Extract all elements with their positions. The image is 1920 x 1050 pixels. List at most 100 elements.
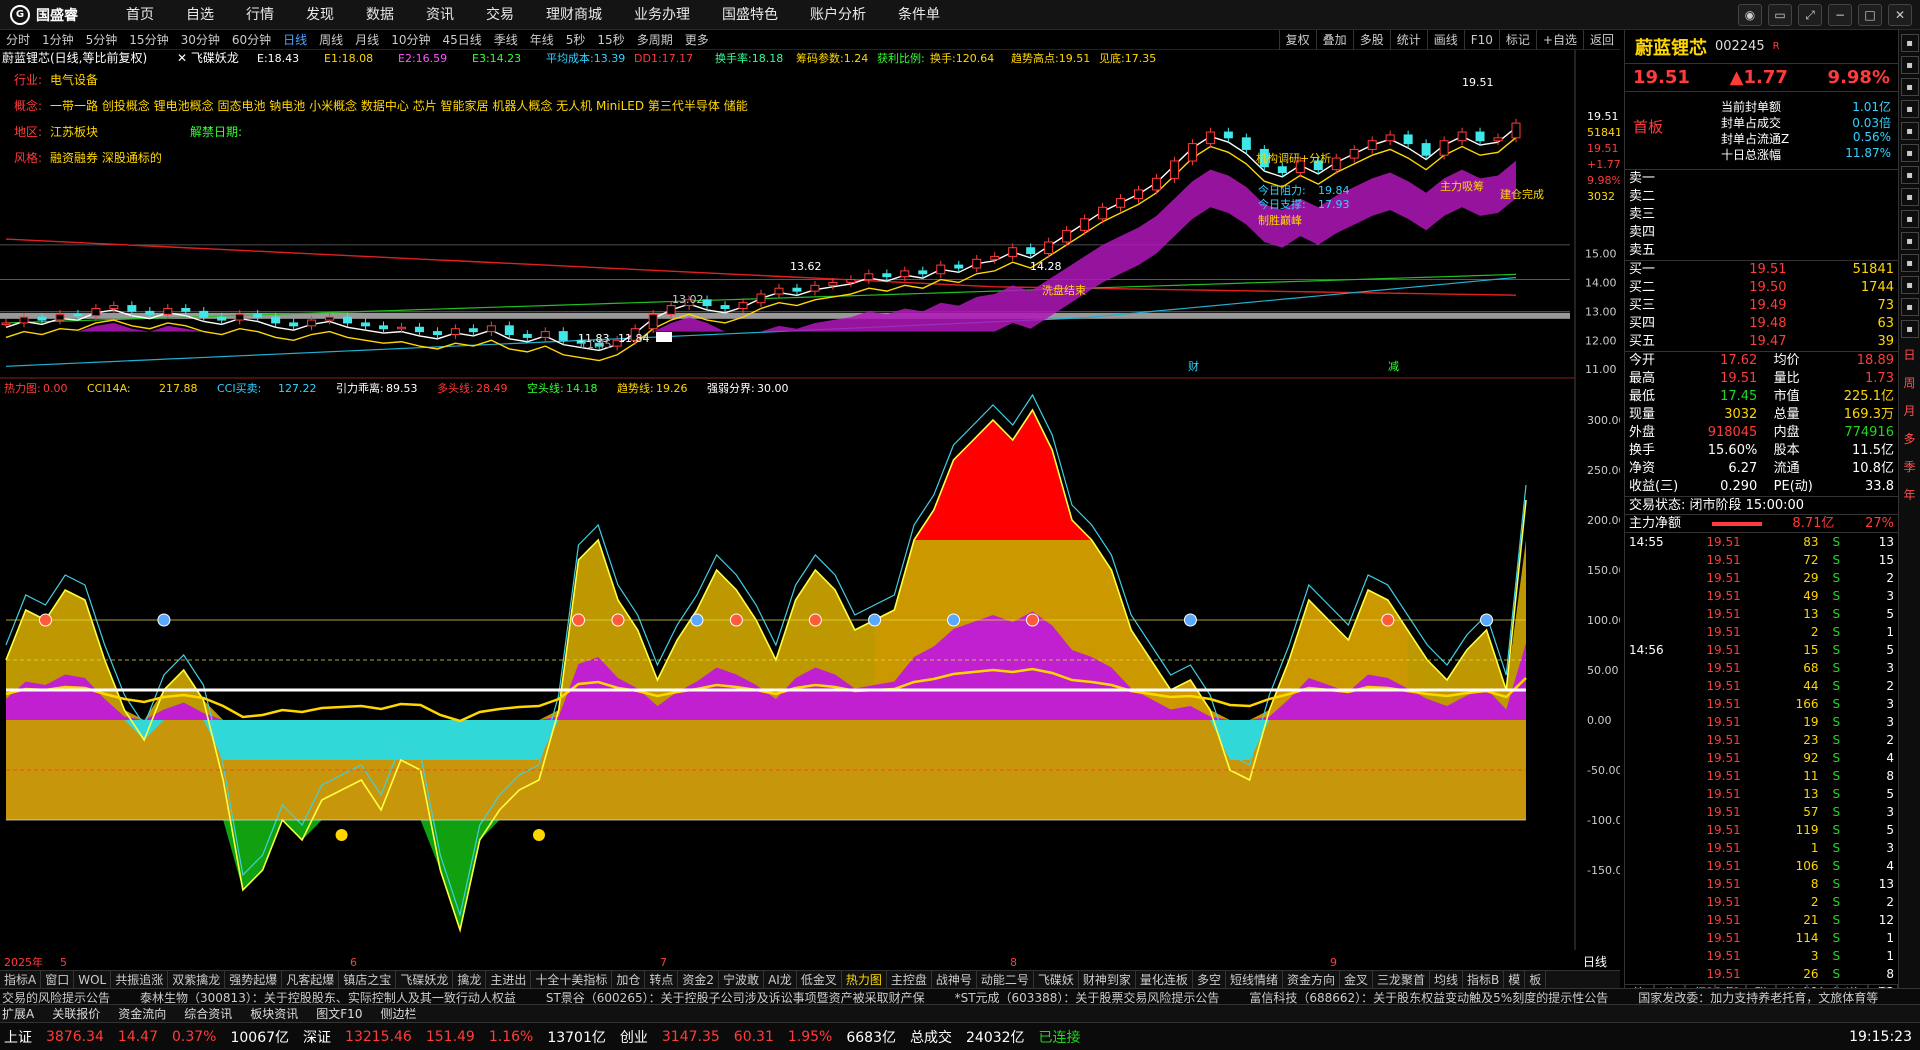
indicator-tab[interactable]: 加仓 (612, 970, 646, 989)
sub-tab[interactable]: 综合资讯 (184, 1005, 232, 1022)
period-tab[interactable]: 5秒 (560, 31, 592, 48)
period-tab[interactable]: 多周期 (631, 31, 679, 48)
connection-status[interactable]: 已连接 (1039, 1027, 1081, 1047)
period-tab[interactable]: 年线 (524, 31, 560, 48)
indicator-tab[interactable]: 资金2 (678, 970, 720, 989)
indicator-tab[interactable]: 双紫擒龙 (168, 970, 226, 989)
sidebar-tool-icon[interactable]: ▪ (1900, 122, 1919, 140)
period-tab[interactable]: 15秒 (591, 31, 630, 48)
order-row[interactable]: 买三 19.49 73 (1625, 297, 1898, 315)
tool-button[interactable]: 统计 (1389, 30, 1427, 50)
menu-item[interactable]: 业务办理 (618, 0, 706, 30)
sidebar-tool-icon[interactable]: ▪ (1900, 34, 1919, 52)
indicator-tab[interactable]: 强势起爆 (225, 970, 283, 989)
sidebar-tool-icon[interactable]: ▪ (1900, 188, 1919, 206)
period-tab[interactable]: 45日线 (436, 31, 487, 48)
period-tab[interactable]: 60分钟 (226, 31, 277, 48)
period-tab[interactable]: 30分钟 (175, 31, 226, 48)
sidebar-tool-icon[interactable]: ▪ (1900, 78, 1919, 96)
window-button-icon[interactable]: ✕ (1888, 4, 1912, 26)
sub-tab[interactable]: 关联报价 (52, 1005, 100, 1022)
order-row[interactable]: 卖三 (1625, 206, 1898, 224)
indicator-tab[interactable]: 十全十美指标 (531, 970, 613, 989)
indicator-tab[interactable]: 三龙聚首 (1373, 970, 1431, 989)
indicator-tab[interactable]: 指标B (1463, 970, 1505, 989)
indicator-tab[interactable]: 热力图 (842, 970, 887, 989)
window-button-icon[interactable]: ⤢ (1798, 4, 1822, 26)
menu-item[interactable]: 交易 (470, 0, 530, 30)
indicator-tab[interactable]: 多空 (1193, 970, 1226, 989)
indicator-tab[interactable]: 飞碟妖龙 (396, 970, 454, 989)
window-button-icon[interactable]: □ (1858, 4, 1882, 26)
indicator-tab[interactable]: 指标A (0, 970, 42, 989)
indicator-tab[interactable]: 低金叉 (797, 970, 842, 989)
sidebar-tool-icon[interactable]: ▪ (1900, 276, 1919, 294)
sidebar-period-label[interactable]: 日 (1901, 342, 1919, 366)
period-tab[interactable]: 10分钟 (385, 31, 436, 48)
news-item[interactable]: 泰林生物（300813）：关于控股股东、实际控制人及其一致行动人权益 (140, 989, 516, 1004)
period-tab[interactable]: 更多 (679, 31, 715, 48)
indicator-tab[interactable]: 资金方向 (1283, 970, 1340, 989)
sidebar-tool-icon[interactable]: ▪ (1900, 144, 1919, 162)
indicator-tab[interactable]: AI龙 (764, 970, 797, 989)
tool-button[interactable]: 返回 (1582, 30, 1620, 50)
period-tab[interactable]: 月线 (349, 31, 385, 48)
sidebar-period-label[interactable]: 多 (1901, 426, 1919, 450)
order-row[interactable]: 卖五 (1625, 242, 1898, 260)
period-tab[interactable]: 周线 (313, 31, 349, 48)
menu-item[interactable]: 自选 (170, 0, 230, 30)
sidebar-period-label[interactable]: 年 (1901, 482, 1919, 506)
sub-tab[interactable]: 图文F10 (316, 1005, 362, 1022)
indicator-tab[interactable]: 战神号 (932, 970, 977, 989)
menu-item[interactable]: 国盛特色 (706, 0, 794, 30)
indicator-tab[interactable]: 主进出 (486, 970, 532, 989)
window-button-icon[interactable]: ◉ (1738, 4, 1762, 26)
period-tab[interactable]: 季线 (488, 31, 524, 48)
indicator-tab[interactable]: 窗口 (41, 970, 75, 989)
tool-button[interactable]: 标记 (1498, 30, 1536, 50)
indicator-tab[interactable]: 镇店之宝 (339, 970, 397, 989)
indicator-tab[interactable]: WOL (74, 970, 112, 989)
indicator-tab[interactable]: 模 (1504, 970, 1526, 989)
news-item[interactable]: *ST元成（603388）：关于股票交易风险提示公告 (955, 989, 1220, 1004)
order-row[interactable]: 卖四 (1625, 224, 1898, 242)
sub-tab[interactable]: 资金流向 (118, 1005, 166, 1022)
indicator-tab[interactable]: 凡客起爆 (282, 970, 340, 989)
sidebar-tool-icon[interactable]: ▪ (1900, 166, 1919, 184)
tool-button[interactable]: 叠加 (1315, 30, 1353, 50)
order-row[interactable]: 买四 19.48 63 (1625, 315, 1898, 333)
indicator-tab[interactable]: 擒龙 (453, 970, 487, 989)
news-item[interactable]: 国家发改委：加力支持养老托育，文旅体育等 (1638, 989, 1878, 1004)
indicator-tab[interactable]: 短线情绪 (1226, 970, 1283, 989)
period-tab[interactable]: 5分钟 (80, 31, 124, 48)
tool-button[interactable]: 画线 (1426, 30, 1464, 50)
indicator-tab[interactable]: 板 (1525, 970, 1547, 989)
sidebar-period-label[interactable]: 周 (1901, 370, 1919, 394)
indicator-tab[interactable]: 宁波敢 (719, 970, 765, 989)
sidebar-tool-icon[interactable]: ▪ (1900, 320, 1919, 338)
app-logo[interactable]: G 国盛睿 (0, 0, 110, 30)
tool-button[interactable]: F10 (1463, 30, 1499, 50)
order-row[interactable]: 卖二 (1625, 188, 1898, 206)
indicator-tab[interactable]: 财神到家 (1079, 970, 1136, 989)
tick-list[interactable]: 14:55 19.51 83 S 13 19.51 72 S 15 19.51 29 S 2 19.51 4… (1625, 533, 1898, 1037)
menu-item[interactable]: 账户分析 (794, 0, 882, 30)
order-row[interactable]: 卖一 (1625, 170, 1898, 188)
news-item[interactable]: 富信科技（688662）：关于股东权益变动触及5%刻度的提示性公告 (1249, 989, 1608, 1004)
indicator-tab[interactable]: 转点 (645, 970, 679, 989)
indicator-tab[interactable]: 飞碟妖 (1034, 970, 1079, 989)
sidebar-tool-icon[interactable]: ▪ (1900, 232, 1919, 250)
indicator-tab[interactable]: 动能二号 (977, 970, 1034, 989)
sidebar-tool-icon[interactable]: ▪ (1900, 100, 1919, 118)
sidebar-tool-icon[interactable]: ▪ (1900, 298, 1919, 316)
menu-item[interactable]: 理财商城 (530, 0, 618, 30)
order-row[interactable]: 买一 19.51 51841 (1625, 261, 1898, 279)
sidebar-period-label[interactable]: 季 (1901, 454, 1919, 478)
news-item[interactable]: 交易的风险提示公告 (2, 989, 110, 1004)
sub-tab[interactable]: 侧边栏 (380, 1005, 416, 1022)
period-tab[interactable]: 日线 (277, 31, 313, 48)
tool-button[interactable]: 多股 (1352, 30, 1390, 50)
indicator-tab[interactable]: 均线 (1430, 970, 1464, 989)
window-button-icon[interactable]: − (1828, 4, 1852, 26)
window-button-icon[interactable]: ▭ (1768, 4, 1792, 26)
